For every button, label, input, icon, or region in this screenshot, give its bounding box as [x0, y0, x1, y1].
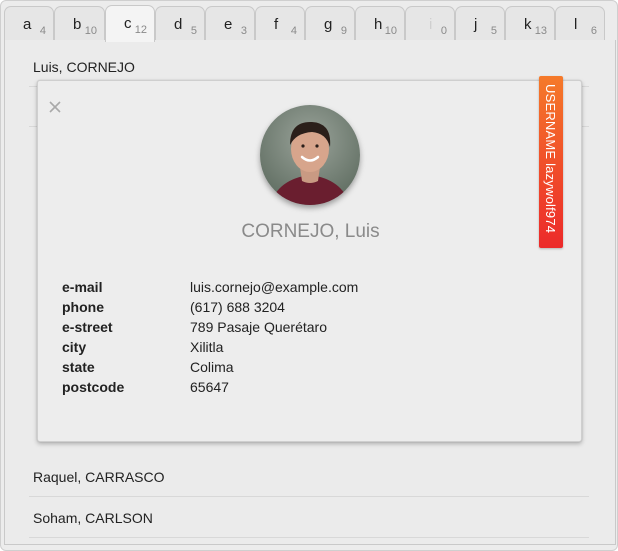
- username-ribbon-text: USERNAME lazywolf974: [543, 84, 558, 234]
- tab-letter: g: [324, 16, 333, 33]
- tab-j[interactable]: j 5: [455, 6, 505, 41]
- tab-d[interactable]: d 5: [155, 6, 205, 41]
- tab-count: 9: [340, 25, 347, 37]
- tab-letter: d: [174, 16, 183, 33]
- tab-count: 12: [134, 24, 147, 36]
- tab-letter: i: [429, 16, 433, 33]
- tab-count: 13: [534, 25, 547, 37]
- tab-letter: e: [224, 16, 233, 33]
- list-item[interactable]: Soham, CARLSON: [29, 498, 589, 538]
- tab-h[interactable]: h 10: [355, 6, 405, 41]
- tab-i: i 0: [405, 6, 455, 41]
- detail-value: 65647: [190, 379, 229, 395]
- tab-e[interactable]: e 3: [205, 6, 255, 41]
- letter-tabs: a 4 b 10 c 12 d 5 e 3 f 4 g 9 h 10 i 0 j…: [4, 5, 616, 42]
- list-item-name: Raquel, CARRASCO: [33, 469, 165, 485]
- detail-row-city: city Xilitla: [62, 337, 358, 357]
- tab-g[interactable]: g 9: [305, 6, 355, 41]
- tab-k[interactable]: k 13: [505, 6, 555, 41]
- detail-label: city: [62, 339, 87, 355]
- detail-value: luis.cornejo@example.com: [190, 279, 359, 295]
- tab-count: 10: [84, 25, 97, 37]
- close-icon[interactable]: [47, 99, 63, 115]
- detail-row-postcode: postcode 65647: [62, 377, 358, 397]
- tab-count: 10: [384, 25, 397, 37]
- detail-label: state: [62, 359, 95, 375]
- tab-letter: l: [574, 16, 578, 33]
- detail-value: Xilitla: [190, 339, 224, 355]
- detail-value: 789 Pasaje Querétaro: [190, 319, 327, 335]
- avatar: [260, 105, 360, 205]
- contact-details: e-mail luis.cornejo@example.com phone (617…: [62, 277, 358, 397]
- list-item-name: Soham, CARLSON: [33, 510, 153, 526]
- tab-l[interactable]: l 6: [555, 6, 605, 41]
- tab-count: 5: [490, 25, 497, 37]
- detail-label: e-street: [62, 319, 113, 335]
- tab-letter: b: [73, 16, 82, 33]
- app-frame: a 4 b 10 c 12 d 5 e 3 f 4 g 9 h 10 i 0 j…: [0, 0, 618, 551]
- contact-detail-card: CORNEJO, Luis e-mail luis.cornejo@example…: [37, 80, 582, 442]
- tab-letter: k: [524, 16, 532, 33]
- tab-b[interactable]: b 10: [54, 6, 105, 41]
- detail-label: postcode: [62, 379, 125, 395]
- tab-letter: f: [274, 16, 279, 33]
- tab-letter: c: [124, 15, 132, 32]
- tab-letter: h: [374, 16, 383, 33]
- detail-row-phone: phone (617) 688 3204: [62, 297, 358, 317]
- detail-row-email: e-mail luis.cornejo@example.com: [62, 277, 358, 297]
- tab-letter: j: [474, 16, 478, 33]
- tab-f[interactable]: f 4: [255, 6, 305, 41]
- username-ribbon: USERNAME lazywolf974: [539, 76, 563, 248]
- detail-row-street: e-street 789 Pasaje Querétaro: [62, 317, 358, 337]
- tab-count: 3: [240, 25, 247, 37]
- detail-label: phone: [62, 299, 104, 315]
- detail-row-state: state Colima: [62, 357, 358, 377]
- tab-c[interactable]: c 12: [105, 5, 155, 42]
- list-item-name: Luis, CORNEJO: [33, 59, 135, 75]
- tab-count: 4: [39, 25, 46, 37]
- tab-count: 4: [290, 25, 297, 37]
- tab-a[interactable]: a 4: [4, 6, 54, 41]
- tab-count: 0: [440, 25, 447, 37]
- detail-label: e-mail: [62, 279, 103, 295]
- list-item[interactable]: Raquel, CARRASCO: [29, 457, 589, 497]
- tab-letter: a: [23, 16, 32, 33]
- contact-full-name: CORNEJO, Luis: [241, 221, 380, 242]
- detail-value: Colima: [190, 359, 234, 375]
- tab-count: 6: [590, 25, 597, 37]
- detail-value: (617) 688 3204: [190, 299, 285, 315]
- tab-count: 5: [190, 25, 197, 37]
